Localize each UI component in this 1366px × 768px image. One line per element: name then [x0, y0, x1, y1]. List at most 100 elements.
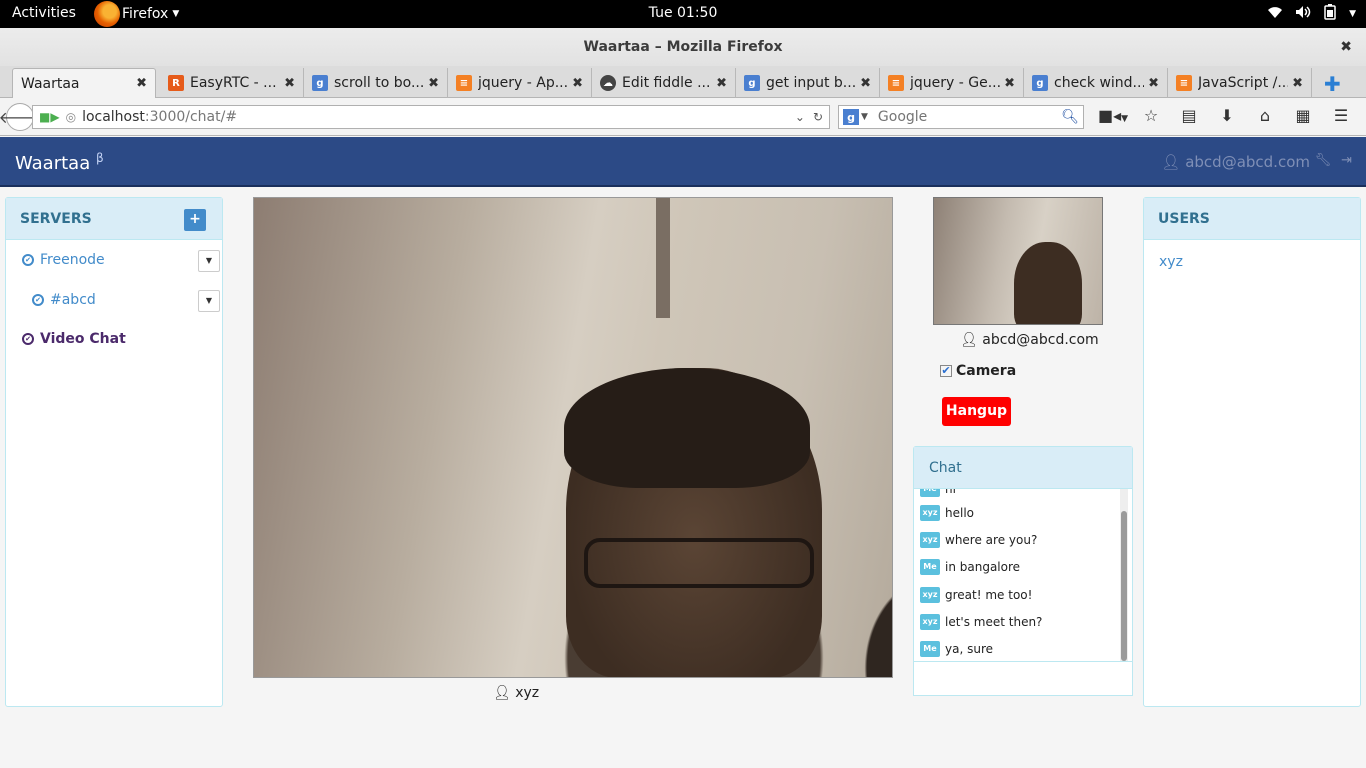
camera-checkbox[interactable]: ✔	[940, 365, 952, 377]
close-tab-icon[interactable]: ✖	[428, 76, 439, 91]
servers-panel: SERVERS + ✔ Freenode ▼ ✔ #abcd ▼ ✔ Video…	[5, 197, 223, 707]
user-icon: 👤︎	[960, 332, 978, 348]
tab-strip: Waartaa ✖ R EasyRTC - ... ✖ g scroll to …	[0, 66, 1366, 98]
chevron-down-icon: ▼	[861, 112, 868, 122]
hangup-button[interactable]: Hangup	[942, 397, 1011, 426]
camera-toggle[interactable]: ✔ Camera	[940, 363, 1016, 379]
tab-edit-fiddle[interactable]: ☁ Edit fiddle ... ✖	[592, 68, 736, 98]
search-input[interactable]	[877, 109, 1058, 125]
reading-list-icon[interactable]: ▤	[1170, 106, 1208, 125]
chat-message: xyz hello	[920, 505, 974, 521]
remote-person-hair	[564, 368, 810, 488]
close-window-icon[interactable]: ✖	[1340, 28, 1352, 66]
abcd-dropdown-button[interactable]: ▼	[198, 290, 220, 312]
search-icon[interactable]: 🔍︎	[1061, 109, 1079, 125]
chat-message-list[interactable]: Me hi xyz hello xyz where are you? Me in…	[914, 489, 1132, 662]
header-user-email: abcd@abcd.com	[1185, 153, 1310, 171]
scrollbar-thumb[interactable]	[1121, 511, 1127, 661]
tab-scroll-to-bottom[interactable]: g scroll to bo... ✖	[304, 68, 448, 98]
wrench-icon[interactable]: 🔧︎	[1315, 153, 1332, 168]
caret-down-icon: ▼	[1349, 9, 1356, 19]
google-icon: g	[312, 75, 328, 91]
extension-icon[interactable]: ▦	[1284, 106, 1322, 125]
server-item-freenode[interactable]: ✔ Freenode	[22, 252, 105, 268]
check-circle-icon: ✔	[22, 333, 34, 345]
add-server-button[interactable]: +	[184, 209, 206, 231]
close-tab-icon[interactable]: ✖	[716, 76, 727, 91]
tab-javascript[interactable]: ≡ JavaScript /... ✖	[1168, 68, 1312, 98]
clock[interactable]: Tue 01:50	[0, 5, 1366, 21]
tab-jquery-ap[interactable]: ≡ jquery - Ap... ✖	[448, 68, 592, 98]
bookmark-star-icon[interactable]: ☆	[1132, 106, 1170, 125]
header-user[interactable]: 👤︎ abcd@abcd.com	[1161, 153, 1310, 171]
close-tab-icon[interactable]: ✖	[136, 76, 147, 91]
chat-panel: Chat Me hi xyz hello xyz where are you? …	[913, 446, 1133, 696]
jsfiddle-icon: ☁	[600, 75, 616, 91]
tab-jquery-ge[interactable]: ≡ jquery - Ge... ✖	[880, 68, 1024, 98]
google-search-engine-icon[interactable]: g	[843, 109, 859, 125]
download-icon[interactable]: ⬇	[1208, 106, 1246, 125]
search-bar[interactable]: g ▼ 🔍︎	[838, 105, 1084, 129]
close-tab-icon[interactable]: ✖	[1148, 76, 1159, 91]
servers-heading: SERVERS +	[6, 198, 222, 240]
new-tab-icon[interactable]: ✚	[1324, 72, 1341, 96]
sign-out-icon[interactable]: ⇥	[1341, 153, 1352, 168]
user-list-item[interactable]: xyz	[1159, 254, 1183, 270]
camera-active-icon[interactable]: ■▶	[39, 110, 60, 124]
url-host: localhost	[82, 109, 145, 125]
sender-badge: Me	[920, 641, 940, 657]
chat-scrollbar[interactable]	[1120, 489, 1128, 662]
window-titlebar: Waartaa – Mozilla Firefox ✖	[0, 28, 1366, 66]
close-tab-icon[interactable]: ✖	[284, 76, 295, 91]
remote-video-label: 👤︎ xyz	[493, 685, 539, 701]
channel-item-abcd[interactable]: ✔ #abcd	[32, 292, 96, 308]
volume-icon	[1295, 5, 1311, 23]
local-video-label: 👤︎ abcd@abcd.com	[960, 332, 1099, 348]
users-panel: USERS xyz	[1143, 197, 1361, 707]
history-dropdown-icon[interactable]: ⌄	[795, 110, 805, 124]
tab-easyrtc[interactable]: R EasyRTC - ... ✖	[160, 68, 304, 98]
close-tab-icon[interactable]: ✖	[860, 76, 871, 91]
brand[interactable]: Waartaa β	[15, 151, 104, 174]
url-bar[interactable]: ■▶ ◎ localhost:3000/chat/# ⌄ ↻	[32, 105, 830, 129]
tab-get-input[interactable]: g get input b... ✖	[736, 68, 880, 98]
camera-label: Camera	[956, 363, 1017, 379]
check-circle-icon: ✔	[32, 294, 44, 306]
chat-input[interactable]	[913, 661, 1133, 696]
sender-badge: xyz	[920, 587, 940, 603]
video-chat-item[interactable]: ✔ Video Chat	[22, 331, 126, 347]
video-background	[656, 198, 670, 318]
tab-label: JavaScript /...	[1198, 75, 1289, 91]
chat-message: Me hi	[920, 489, 956, 497]
close-tab-icon[interactable]: ✖	[1292, 76, 1303, 91]
wifi-icon	[1267, 5, 1283, 23]
menu-icon[interactable]: ☰	[1322, 106, 1360, 125]
sender-badge: Me	[920, 489, 940, 497]
tab-label: scroll to bo...	[334, 75, 425, 91]
remote-video[interactable]	[253, 197, 893, 678]
local-video[interactable]	[933, 197, 1103, 325]
url-bar-actions: ⌄ ↻	[795, 110, 823, 124]
beta-badge: β	[95, 151, 104, 165]
freenode-dropdown-button[interactable]: ▼	[198, 250, 220, 272]
tab-waartaa[interactable]: Waartaa ✖	[12, 68, 156, 98]
servers-title: SERVERS	[20, 211, 92, 227]
url-text[interactable]: localhost:3000/chat/#	[82, 109, 237, 125]
stackoverflow-icon: ≡	[456, 75, 472, 91]
back-button[interactable]: 🡐	[0, 103, 41, 131]
local-user-email: abcd@abcd.com	[982, 332, 1099, 348]
tab-check-window[interactable]: g check wind... ✖	[1024, 68, 1168, 98]
remote-person-glasses	[584, 538, 814, 588]
message-text: ya, sure	[945, 642, 993, 656]
video-camera-icon[interactable]: ■◂▼	[1094, 106, 1132, 125]
reload-icon[interactable]: ↻	[813, 110, 823, 124]
globe-icon[interactable]: ◎	[66, 110, 76, 124]
window-title: Waartaa – Mozilla Firefox	[583, 39, 783, 55]
close-tab-icon[interactable]: ✖	[572, 76, 583, 91]
system-tray[interactable]: ▼	[1267, 4, 1356, 24]
chat-message: xyz let's meet then?	[920, 614, 1042, 630]
chat-message: xyz great! me too!	[920, 587, 1032, 603]
close-tab-icon[interactable]: ✖	[1004, 76, 1015, 91]
home-icon[interactable]: ⌂	[1246, 106, 1284, 125]
check-circle-icon: ✔	[22, 254, 34, 266]
